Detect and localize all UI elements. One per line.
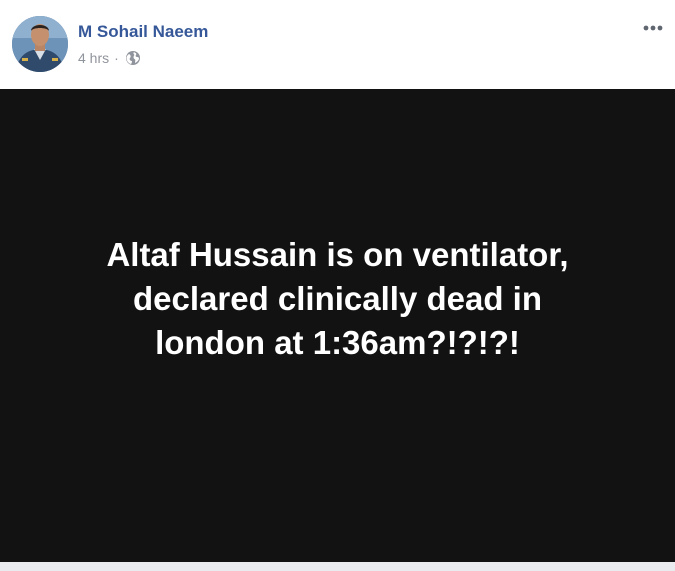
post-meta: 4 hrs ·	[78, 50, 141, 66]
author-name[interactable]: M Sohail Naeem	[78, 22, 208, 42]
meta-separator: ·	[114, 50, 119, 66]
globe-icon[interactable]	[125, 50, 141, 66]
more-options-icon[interactable]	[641, 18, 665, 38]
image-text-line: declared clinically dead in	[132, 279, 542, 317]
image-text-line: london at 1:36am?!?!?!	[155, 323, 520, 361]
facebook-post: M Sohail Naeem 4 hrs · Altaf Hussain is …	[0, 0, 675, 562]
image-text: Altaf Hussain is on ventilator, declared…	[106, 233, 568, 365]
avatar-image	[12, 16, 68, 72]
post-header: M Sohail Naeem 4 hrs ·	[0, 0, 675, 89]
avatar[interactable]	[12, 16, 68, 72]
image-text-line: Altaf Hussain is on ventilator,	[106, 235, 569, 273]
post-timestamp[interactable]: 4 hrs	[78, 50, 109, 66]
post-image[interactable]: Altaf Hussain is on ventilator, declared…	[0, 89, 675, 562]
